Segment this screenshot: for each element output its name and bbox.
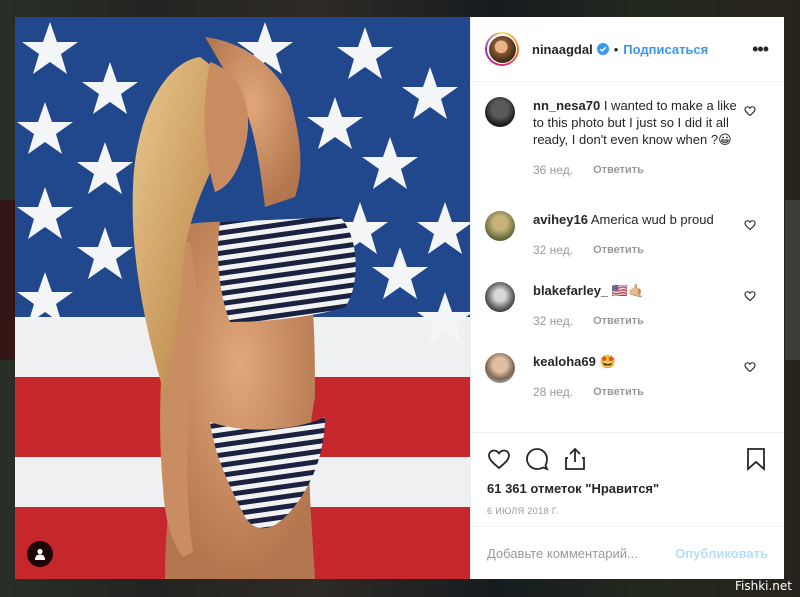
post-header: ninaagdal • Подписаться ••• [471, 17, 784, 82]
post-side-panel: ninaagdal • Подписаться ••• nn_nesa70 I … [470, 17, 784, 579]
comment-item: blakefarley_ 🇺🇸🤙🏼 32 нед. Ответить [485, 282, 784, 353]
comment-input[interactable]: Добавьте комментарий... [487, 546, 638, 561]
comment-avatar[interactable] [485, 97, 515, 127]
comment-item: avihey16 America wud b proud 32 нед. Отве… [485, 211, 784, 282]
reply-button[interactable]: Ответить [593, 242, 644, 259]
verified-badge-icon [596, 43, 609, 55]
heart-outline-icon[interactable] [744, 290, 756, 302]
comment-text: America wud b proud [590, 212, 714, 227]
comment-avatar[interactable] [485, 211, 515, 241]
share-icon[interactable] [563, 447, 587, 471]
like-count[interactable]: 61 361 отметок "Нравится" [487, 481, 768, 496]
comment-time[interactable]: 36 нед. [533, 162, 573, 179]
comment-avatar[interactable] [485, 353, 515, 383]
comment-text: 🤩 [599, 354, 616, 369]
post-actions-section: 61 361 отметок "Нравится" 6 ИЮЛЯ 2018 Г. [471, 432, 784, 516]
post-photo[interactable] [15, 17, 470, 579]
flag-portrait-image [15, 17, 470, 579]
heart-outline-icon[interactable] [744, 219, 756, 231]
comment-time[interactable]: 28 нед. [533, 384, 573, 401]
comment-item: nn_nesa70 I wanted to make a like to thi… [485, 97, 784, 211]
reply-button[interactable]: Ответить [593, 162, 644, 179]
comment-text: 🇺🇸🤙🏼 [611, 283, 645, 298]
more-options-icon[interactable]: ••• [752, 39, 769, 60]
reply-button[interactable]: Ответить [593, 384, 644, 401]
author-username[interactable]: ninaagdal [532, 42, 593, 57]
heart-outline-icon[interactable] [744, 105, 756, 117]
site-watermark: Fishki.net [734, 579, 792, 593]
comment-username[interactable]: nn_nesa70 [533, 98, 600, 113]
user-tag-icon [35, 548, 45, 560]
speech-bubble-icon[interactable] [525, 447, 549, 471]
comment-username[interactable]: blakefarley_ [533, 283, 608, 298]
comment-username[interactable]: kealoha69 [533, 354, 596, 369]
heart-icon[interactable] [487, 447, 511, 471]
heart-outline-icon[interactable] [744, 361, 756, 373]
comment-composer: Добавьте комментарий... Опубликовать [471, 526, 784, 579]
comments-list: nn_nesa70 I wanted to make a like to thi… [471, 83, 784, 431]
comment-time[interactable]: 32 нед. [533, 242, 573, 259]
header-separator: • [613, 41, 619, 57]
follow-button[interactable]: Подписаться [623, 42, 708, 57]
comment-username[interactable]: avihey16 [533, 212, 588, 227]
comment-item: kealoha69 🤩 28 нед. Ответить [485, 353, 784, 424]
publish-button[interactable]: Опубликовать [675, 546, 768, 561]
bookmark-icon[interactable] [744, 447, 768, 471]
user-tag-button[interactable] [27, 541, 53, 567]
post-modal: ninaagdal • Подписаться ••• nn_nesa70 I … [15, 17, 784, 579]
action-bar [487, 433, 768, 485]
post-date[interactable]: 6 ИЮЛЯ 2018 Г. [487, 506, 768, 516]
reply-button[interactable]: Ответить [593, 313, 644, 330]
author-avatar[interactable] [485, 32, 519, 66]
comment-time[interactable]: 32 нед. [533, 313, 573, 330]
comment-avatar[interactable] [485, 282, 515, 312]
